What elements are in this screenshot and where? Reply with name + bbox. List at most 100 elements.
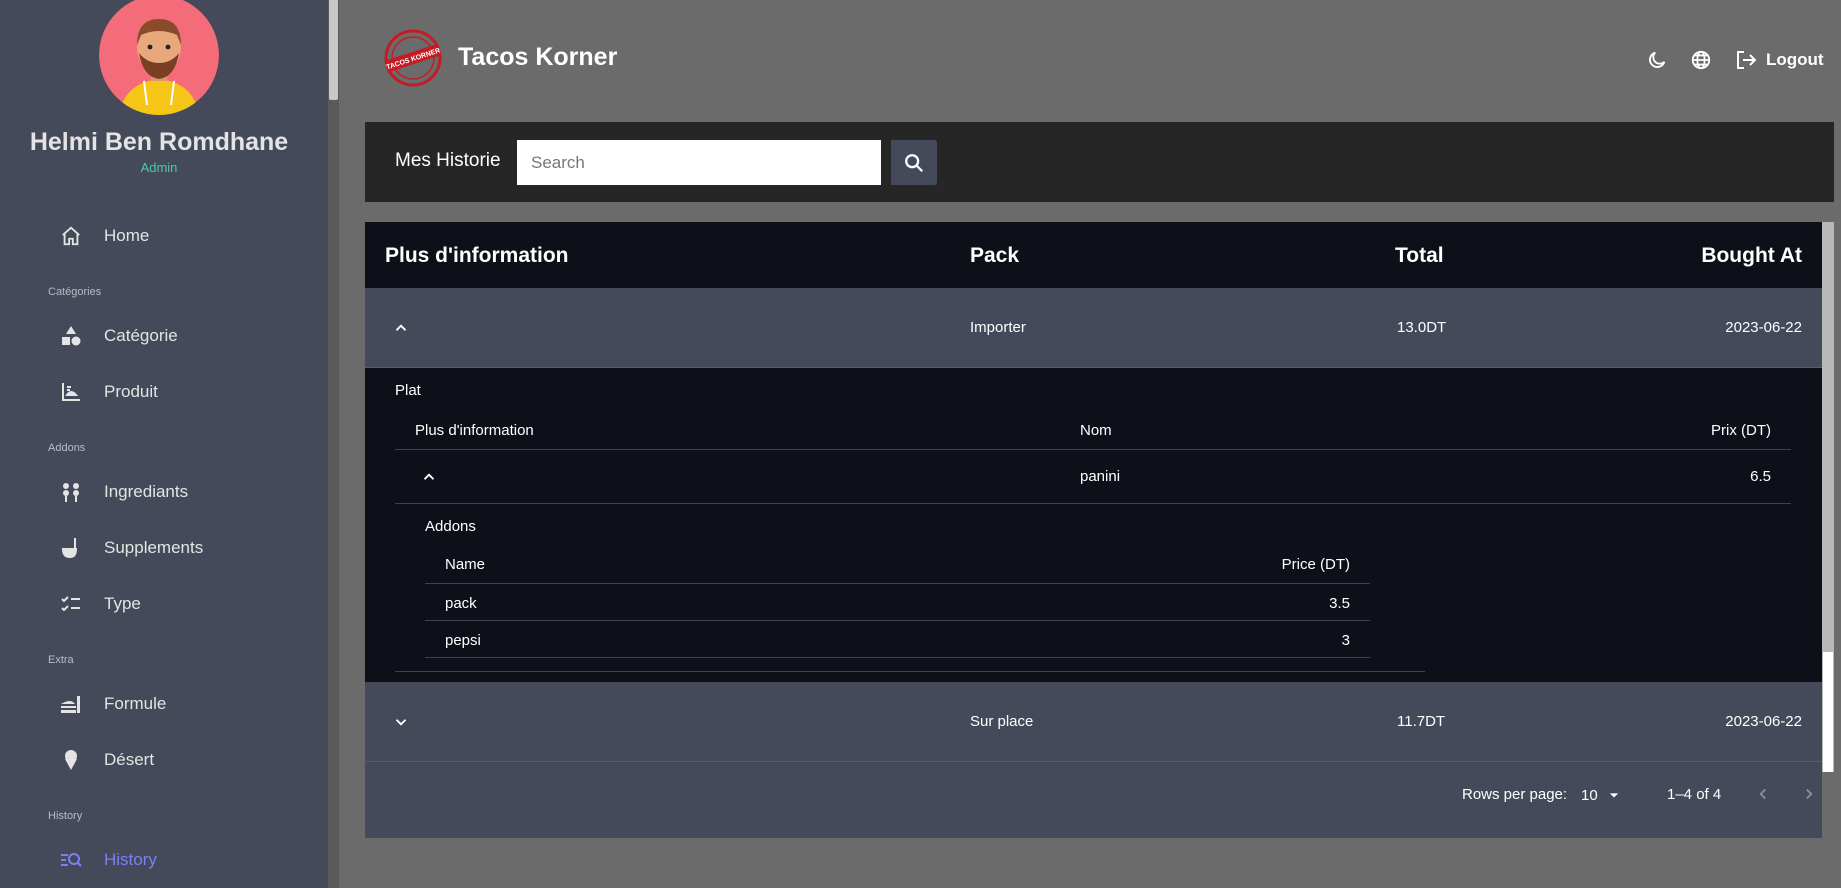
checklist-icon	[58, 591, 84, 617]
row-details: Plat Plus d'information Nom Prix (DT) pa…	[365, 368, 1822, 682]
ingredients-icon	[58, 479, 84, 505]
moon-icon	[1649, 51, 1666, 68]
sidebar-item-categorie[interactable]: Catégorie	[58, 316, 178, 356]
rows-per-page-label: Rows per page:	[1462, 786, 1568, 803]
addons-table-header: Name Price (DT)	[425, 544, 1370, 584]
sidebar-item-label: Formule	[104, 694, 167, 713]
rows-per-page-select[interactable]: 10	[1581, 782, 1624, 808]
sidebar-section-addons: Addons	[48, 442, 86, 454]
sidebar-item-label: Catégorie	[104, 326, 178, 345]
logout-button[interactable]: Logout	[1734, 46, 1824, 74]
search-icon	[905, 153, 924, 172]
addon-row: pepsi 3	[425, 621, 1370, 658]
chevron-up-icon	[423, 473, 435, 480]
addon-price-cell: 3.5	[1329, 595, 1350, 612]
chevron-left-icon	[1759, 788, 1766, 800]
user-role: Admin	[140, 160, 178, 175]
plat-header-nom: Nom	[1080, 422, 1112, 439]
history-table: Plus d'information Pack Total Bought At …	[365, 222, 1822, 838]
search-input[interactable]	[517, 140, 881, 185]
table-header: Plus d'information Pack Total Bought At	[365, 222, 1822, 288]
sidebar-item-label: Supplements	[104, 538, 204, 557]
user-name: Helmi Ben Romdhane	[29, 128, 289, 156]
column-header-info: Plus d'information	[385, 244, 569, 267]
plat-table-header: Plus d'information Nom Prix (DT)	[395, 408, 1791, 450]
sidebar-item-home[interactable]: Home	[58, 216, 149, 256]
chevron-right-icon	[1806, 788, 1813, 800]
plat-header-info: Plus d'information	[415, 422, 534, 439]
addons-title: Addons	[425, 518, 476, 535]
table-pagination: Rows per page: 10 1–4 of 4	[365, 764, 1822, 824]
chevron-down-icon	[395, 719, 407, 726]
globe-icon	[1691, 50, 1711, 70]
addon-name-cell: pack	[445, 595, 477, 612]
sidebar-item-label: Désert	[104, 750, 155, 769]
shapes-icon	[58, 323, 84, 349]
pagination-range: 1–4 of 4	[1667, 786, 1722, 803]
ice-cream-icon	[58, 747, 84, 773]
home-icon	[58, 223, 84, 249]
sidebar-section-categories: Catégories	[48, 286, 102, 298]
sidebar-item-produit[interactable]: Produit	[58, 372, 158, 412]
plat-row: panini 6.5	[395, 450, 1791, 504]
plat-title: Plat	[395, 382, 421, 399]
sidebar-item-supplements[interactable]: Supplements	[58, 528, 203, 568]
sidebar-section-extra: Extra	[48, 654, 74, 666]
pack-cell: Importer	[970, 319, 1026, 336]
pack-cell: Sur place	[970, 713, 1034, 730]
addon-name-cell: pepsi	[445, 632, 481, 649]
chevron-up-icon	[395, 324, 407, 331]
collapse-plat-button[interactable]	[415, 463, 443, 491]
sidebar-section-history: History	[48, 810, 83, 822]
tacos-korner-logo: TACOS KORNER	[383, 28, 443, 88]
bought-at-cell: 2023-06-22	[1725, 713, 1802, 730]
sidebar-item-ingrediants[interactable]: Ingrediants	[58, 472, 188, 512]
page-title: Mes Historie	[395, 150, 501, 171]
sidebar-item-label: Type	[104, 594, 141, 613]
language-button[interactable]	[1688, 47, 1714, 73]
user-avatar	[99, 0, 219, 115]
app-title: Tacos Korner	[458, 43, 618, 71]
sidebar-item-type[interactable]: Type	[58, 584, 141, 624]
search-panel: Mes Historie	[365, 122, 1834, 202]
sidebar-item-history[interactable]: History	[58, 840, 157, 880]
addons-header-name: Name	[445, 556, 486, 573]
product-icon	[58, 379, 84, 405]
dark-mode-toggle[interactable]	[1644, 47, 1670, 73]
sidebar-item-label: Ingrediants	[104, 482, 189, 501]
column-header-bought-at: Bought At	[1701, 244, 1802, 267]
total-cell: 13.0DT	[1397, 319, 1447, 336]
sidebar: Helmi Ben Romdhane Admin Home Catégories…	[0, 0, 328, 888]
next-page-button[interactable]	[1795, 780, 1822, 808]
table-row: Sur place 11.7DT 2023-06-22	[365, 682, 1822, 762]
addons-section: Addons Name Price (DT) pack 3.5 pepsi 3	[395, 504, 1425, 672]
bought-at-cell: 2023-06-22	[1725, 319, 1802, 336]
rows-per-page-value: 10	[1581, 786, 1598, 804]
logout-icon	[1737, 51, 1757, 69]
column-header-pack: Pack	[970, 244, 1020, 267]
previous-page-button[interactable]	[1749, 780, 1777, 808]
total-cell: 11.7DT	[1397, 713, 1446, 730]
expand-row-button[interactable]	[387, 708, 415, 736]
sidebar-item-formule[interactable]: Formule	[58, 684, 166, 724]
sidebar-item-label: Home	[104, 226, 150, 245]
logout-label: Logout	[1766, 50, 1824, 69]
history-search-icon	[58, 847, 84, 873]
sidebar-item-label: History	[104, 850, 157, 869]
table-scrollbar[interactable]	[1822, 222, 1834, 772]
plat-header-prix: Prix (DT)	[1711, 422, 1771, 439]
sidebar-scrollbar[interactable]	[328, 0, 339, 888]
plat-nom-cell: panini	[1080, 468, 1121, 485]
sidebar-item-label: Produit	[104, 382, 158, 401]
sidebar-item-desert[interactable]: Désert	[58, 740, 154, 780]
ladle-icon	[58, 535, 84, 561]
plat-prix-cell: 6.5	[1750, 468, 1771, 485]
search-button[interactable]	[891, 140, 937, 185]
dropdown-arrow-icon	[1609, 793, 1618, 798]
addon-row: pack 3.5	[425, 584, 1370, 621]
collapse-row-button[interactable]	[387, 314, 415, 342]
addons-header-price: Price (DT)	[1281, 556, 1350, 573]
column-header-total: Total	[1395, 244, 1444, 267]
meal-icon	[58, 691, 84, 717]
addon-price-cell: 3	[1341, 632, 1350, 649]
